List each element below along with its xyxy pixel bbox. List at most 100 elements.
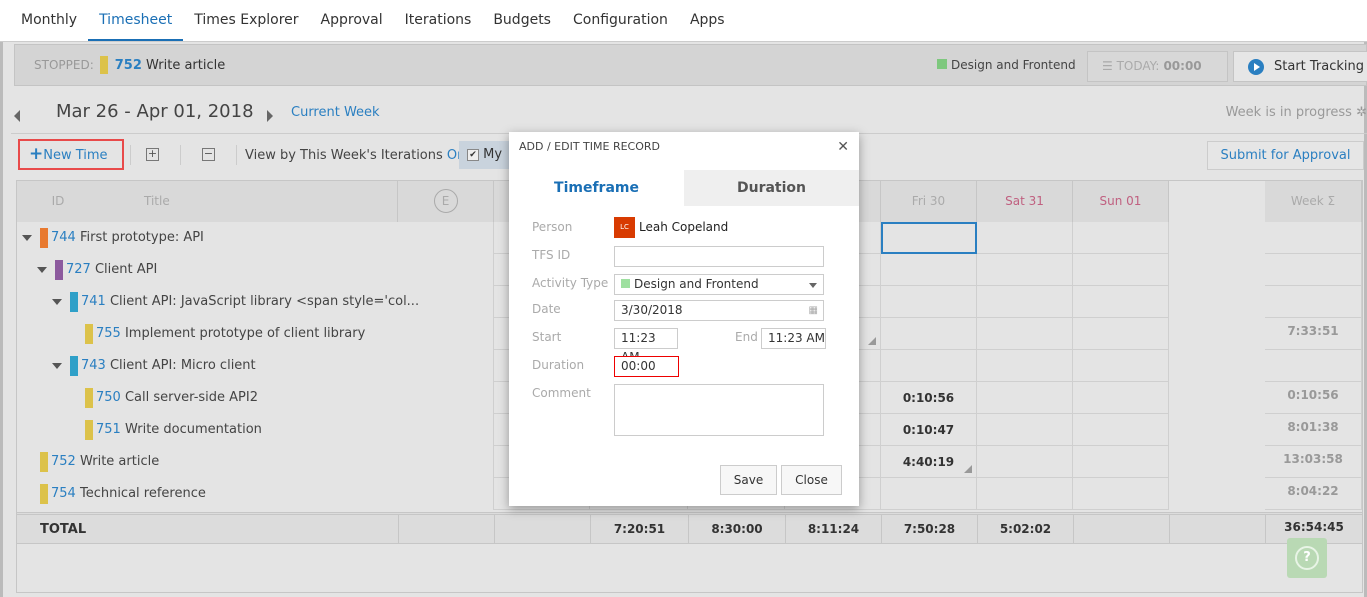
expand-caret-icon[interactable]: [22, 234, 32, 241]
day-column-header[interactable]: Sat 31: [977, 181, 1073, 222]
work-item-id[interactable]: 750: [96, 390, 121, 405]
estimate-cell[interactable]: [398, 478, 494, 510]
day-cell[interactable]: 4:40:19: [881, 446, 977, 478]
title-column-header[interactable]: Title: [99, 181, 398, 222]
week-total-cell[interactable]: 8:01:38: [1265, 414, 1362, 446]
day-cell[interactable]: [977, 254, 1073, 286]
today-button[interactable]: ☰ TODAY: 00:00: [1087, 51, 1228, 82]
week-total-cell[interactable]: 0:10:56: [1265, 382, 1362, 414]
start-tracking-button[interactable]: Start Tracking: [1233, 51, 1367, 82]
tab-apps[interactable]: Apps: [679, 0, 736, 41]
day-cell[interactable]: [881, 222, 977, 254]
day-cell[interactable]: [1073, 286, 1169, 318]
day-cell[interactable]: [881, 254, 977, 286]
day-cell[interactable]: [881, 318, 977, 350]
duration-input[interactable]: 00:00: [614, 356, 679, 377]
id-column-header[interactable]: ID: [17, 181, 99, 222]
day-column-header[interactable]: Fri 30: [881, 181, 977, 222]
day-cell[interactable]: [977, 478, 1073, 510]
activity-type[interactable]: Design and Frontend: [937, 58, 1076, 72]
day-cell[interactable]: 0:10:56: [881, 382, 977, 414]
end-time-input[interactable]: 11:23 AM: [761, 328, 826, 349]
tab-configuration[interactable]: Configuration: [562, 0, 679, 41]
work-item-id[interactable]: 752: [51, 454, 76, 469]
day-cell[interactable]: [1073, 254, 1169, 286]
collapse-all-icon[interactable]: −: [202, 148, 215, 161]
day-cell[interactable]: [1073, 222, 1169, 254]
estimate-cell[interactable]: [398, 286, 494, 318]
day-cell[interactable]: [881, 286, 977, 318]
day-cell[interactable]: [1073, 446, 1169, 478]
tab-budgets[interactable]: Budgets: [482, 0, 562, 41]
date-input[interactable]: 3/30/2018 ▦: [614, 300, 824, 321]
day-cell[interactable]: [1073, 318, 1169, 350]
work-item-id[interactable]: 741: [81, 294, 106, 309]
estimate-cell[interactable]: [398, 254, 494, 286]
start-time-input[interactable]: 11:23 AM: [614, 328, 678, 364]
day-cell[interactable]: [1073, 414, 1169, 446]
tfs-id-input[interactable]: [614, 246, 824, 267]
week-total-cell[interactable]: 13:03:58: [1265, 446, 1362, 478]
date-label: Date: [532, 302, 561, 316]
expand-caret-icon[interactable]: [52, 298, 62, 305]
day-cell[interactable]: [1073, 478, 1169, 510]
work-item-id[interactable]: 751: [96, 422, 121, 437]
save-button[interactable]: Save: [720, 465, 777, 495]
expand-all-icon[interactable]: +: [146, 148, 159, 161]
estimate-cell[interactable]: [398, 350, 494, 382]
tab-duration[interactable]: Duration: [684, 170, 859, 206]
tab-monthly[interactable]: Monthly: [10, 0, 88, 41]
expand-caret-icon[interactable]: [52, 362, 62, 369]
week-total-cell[interactable]: 7:33:51: [1265, 318, 1362, 350]
week-total-cell[interactable]: [1265, 286, 1362, 318]
tab-times-explorer[interactable]: Times Explorer: [183, 0, 309, 41]
estimate-cell[interactable]: [398, 446, 494, 478]
tab-approval[interactable]: Approval: [310, 0, 394, 41]
work-item-id[interactable]: 743: [81, 358, 106, 373]
day-cell[interactable]: [977, 222, 1073, 254]
activity-type-select[interactable]: Design and Frontend: [614, 274, 824, 295]
day-cell[interactable]: [977, 446, 1073, 478]
help-button[interactable]: ?: [1287, 538, 1327, 578]
activity-label: Design and Frontend: [951, 58, 1076, 72]
day-cell[interactable]: [1073, 382, 1169, 414]
next-week-icon[interactable]: [267, 110, 273, 122]
close-icon[interactable]: ✕: [837, 139, 849, 155]
estimate-cell[interactable]: [398, 222, 494, 254]
work-item-id[interactable]: 754: [51, 486, 76, 501]
estimate-cell[interactable]: [398, 318, 494, 350]
week-total-cell[interactable]: 8:04:22: [1265, 478, 1362, 510]
day-cell[interactable]: [881, 350, 977, 382]
comment-textarea[interactable]: [614, 384, 824, 436]
work-item-title: Client API: Micro client: [109, 358, 256, 373]
close-button[interactable]: Close: [781, 465, 842, 495]
day-cell[interactable]: [977, 350, 1073, 382]
calendar-icon[interactable]: ▦: [809, 301, 818, 320]
week-total-cell[interactable]: [1265, 254, 1362, 286]
day-cell[interactable]: [977, 286, 1073, 318]
work-item-id[interactable]: 755: [96, 326, 121, 341]
table-row-title: 755 Implement prototype of client librar…: [85, 318, 365, 350]
tab-timesheet[interactable]: Timesheet: [88, 0, 184, 41]
tab-iterations[interactable]: Iterations: [394, 0, 483, 41]
current-week-link[interactable]: Current Week: [291, 105, 380, 120]
submit-for-approval-button[interactable]: Submit for Approval: [1207, 141, 1364, 170]
estimate-cell[interactable]: [398, 414, 494, 446]
prev-week-icon[interactable]: [14, 110, 20, 122]
expand-caret-icon[interactable]: [37, 266, 47, 273]
day-cell[interactable]: [1073, 350, 1169, 382]
day-cell[interactable]: 0:10:47: [881, 414, 977, 446]
week-total-cell[interactable]: [1265, 350, 1362, 382]
day-cell[interactable]: [977, 382, 1073, 414]
work-item-id[interactable]: 727: [66, 262, 91, 277]
work-item-id[interactable]: 744: [51, 230, 76, 245]
tab-timeframe[interactable]: Timeframe: [509, 170, 684, 206]
day-column-header[interactable]: Sun 01: [1073, 181, 1169, 222]
new-time-button[interactable]: +New Time: [18, 139, 124, 170]
estimate-cell[interactable]: [398, 382, 494, 414]
day-cell[interactable]: [977, 318, 1073, 350]
week-total-cell[interactable]: [1265, 222, 1362, 254]
day-cell[interactable]: [977, 414, 1073, 446]
day-cell[interactable]: [881, 478, 977, 510]
tracked-item-id[interactable]: 752: [115, 58, 142, 73]
